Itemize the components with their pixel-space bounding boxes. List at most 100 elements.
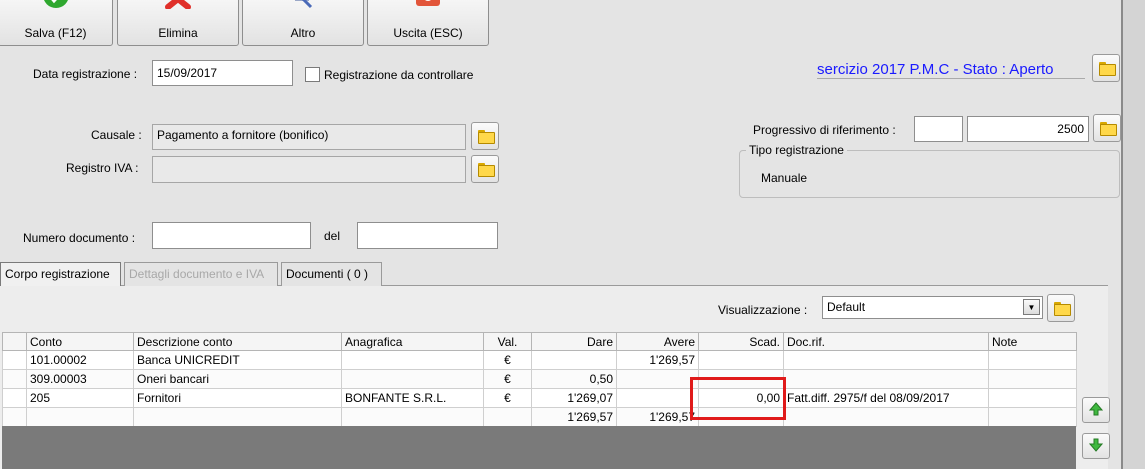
tipo-registrazione-title: Tipo registrazione [746,143,847,157]
table-row[interactable]: 309.00003 Oneri bancari € 0,50 [2,369,1077,389]
cell-note[interactable] [988,388,1077,408]
column-header-dare[interactable]: Dare [531,332,617,351]
progressivo-label: Progressivo di riferimento : [753,123,896,137]
cell-docrif[interactable] [783,350,989,370]
del-label: del [324,229,341,243]
cell-descrizione[interactable]: Banca UNICREDIT [133,350,342,370]
cell-descrizione[interactable]: Fornitori [133,388,342,408]
cell-dare[interactable]: 0,50 [531,369,617,389]
table-row[interactable]: 101.00002 Banca UNICREDIT € 1'269,57 [2,350,1077,370]
exit-button[interactable]: Uscita (ESC) [367,0,489,46]
row-indicator[interactable] [2,369,27,389]
column-header-scadenza[interactable]: Scad. [698,332,784,351]
registro-iva-browse-button[interactable] [471,155,499,183]
cell-anagrafica[interactable] [341,369,484,389]
folder-icon [1098,62,1116,76]
cell-anagrafica[interactable]: BONFANTE S.R.L. [341,388,484,408]
cell-valuta[interactable]: € [483,388,532,408]
registro-iva-field[interactable] [152,156,466,183]
progressivo-prefix-input[interactable] [914,116,963,142]
cell-docrif[interactable] [783,369,989,389]
total-anagrafica [341,407,484,427]
row-indicator[interactable] [2,350,27,370]
esercizio-browse-button[interactable] [1092,54,1120,82]
progressivo-browse-button[interactable] [1093,114,1121,142]
column-header-valuta[interactable]: Val. [483,332,532,351]
grid-header-row: Conto Descrizione conto Anagrafica Val. … [2,332,1077,351]
column-header-descrizione[interactable]: Descrizione conto [133,332,342,351]
cell-dare[interactable]: 1'269,07 [531,388,617,408]
tab-dettagli-documento[interactable]: Dettagli documento e IVA [124,262,278,286]
visualizzazione-value: Default [827,300,866,314]
column-header-docrif[interactable]: Doc.rif. [783,332,989,351]
cell-conto[interactable]: 101.00002 [26,350,134,370]
total-avere: 1'269,57 [616,407,699,427]
move-up-button[interactable] [1082,397,1110,423]
window-edge [1121,0,1145,469]
tab-corpo-registrazione[interactable]: Corpo registrazione [0,262,121,286]
tipo-registrazione-value: Manuale [761,171,808,185]
highlight-annotation [690,377,786,420]
other-button[interactable]: Altro [242,0,364,46]
cell-docrif[interactable]: Fatt.diff. 2975/f del 08/09/2017 [783,388,989,408]
da-controllare-checkbox[interactable] [305,67,320,82]
total-note [988,407,1077,427]
totals-row: 1'269,57 1'269,57 [2,407,1077,427]
del-date-input[interactable] [357,222,498,249]
causale-field[interactable]: Pagamento a fornitore (bonifico) [152,124,466,150]
cell-avere[interactable]: 1'269,57 [616,350,699,370]
delete-button[interactable]: Elimina [117,0,239,46]
folder-icon [1099,122,1117,136]
cell-valuta[interactable]: € [483,350,532,370]
total-valuta [483,407,532,427]
column-header-note[interactable]: Note [988,332,1077,351]
visualizzazione-label: Visualizzazione : [718,303,808,317]
folder-icon [477,163,495,177]
registro-iva-label: Registro IVA : [66,161,139,175]
arrow-down-icon [1088,438,1104,455]
table-row[interactable]: 205 Fornitori BONFANTE S.R.L. € 1'269,07… [2,388,1077,408]
cell-anagrafica[interactable] [341,350,484,370]
tab-documenti[interactable]: Documenti ( 0 ) [281,262,382,286]
folder-icon [1053,302,1071,316]
cell-dare[interactable] [531,350,617,370]
da-controllare-label: Registrazione da controllare [324,68,474,82]
causale-browse-button[interactable] [471,122,499,150]
cell-note[interactable] [988,369,1077,389]
row-indicator[interactable] [2,388,27,408]
cell-conto[interactable]: 309.00003 [26,369,134,389]
chevron-down-icon[interactable]: ▼ [1023,299,1040,315]
progressivo-input[interactable]: 2500 [967,116,1089,142]
total-conto [26,407,134,427]
column-header-anagrafica[interactable]: Anagrafica [341,332,484,351]
registration-grid: Conto Descrizione conto Anagrafica Val. … [2,332,1077,427]
move-down-button[interactable] [1082,433,1110,459]
column-header-conto[interactable]: Conto [26,332,134,351]
data-registrazione-label: Data registrazione : [33,67,138,81]
cell-valuta[interactable]: € [483,369,532,389]
cell-scadenza[interactable] [698,350,784,370]
row-indicator [2,407,27,427]
folder-icon [477,130,495,144]
exit-icon [414,0,442,12]
cell-descrizione[interactable]: Oneri bancari [133,369,342,389]
visualizzazione-select[interactable]: Default ▼ [822,296,1043,319]
causale-label: Causale : [91,128,142,142]
visualizzazione-browse-button[interactable] [1047,294,1075,322]
total-docrif [783,407,989,427]
cell-avere[interactable] [616,369,699,389]
numero-documento-label: Numero documento : [23,231,136,245]
total-descrizione [133,407,342,427]
esercizio-status: sercizio 2017 P.M.C - Stato : Aperto [817,61,1085,79]
tools-icon [289,0,317,12]
numero-documento-input[interactable] [152,222,311,249]
cell-conto[interactable]: 205 [26,388,134,408]
grid-empty-area [2,426,1076,469]
cell-avere[interactable] [616,388,699,408]
column-header-avere[interactable]: Avere [616,332,699,351]
data-registrazione-input[interactable]: 15/09/2017 [152,60,293,86]
exit-label: Uscita (ESC) [393,26,463,40]
save-button[interactable]: Salva (F12) [0,0,113,46]
cell-note[interactable] [988,350,1077,370]
delete-x-icon [164,0,192,12]
